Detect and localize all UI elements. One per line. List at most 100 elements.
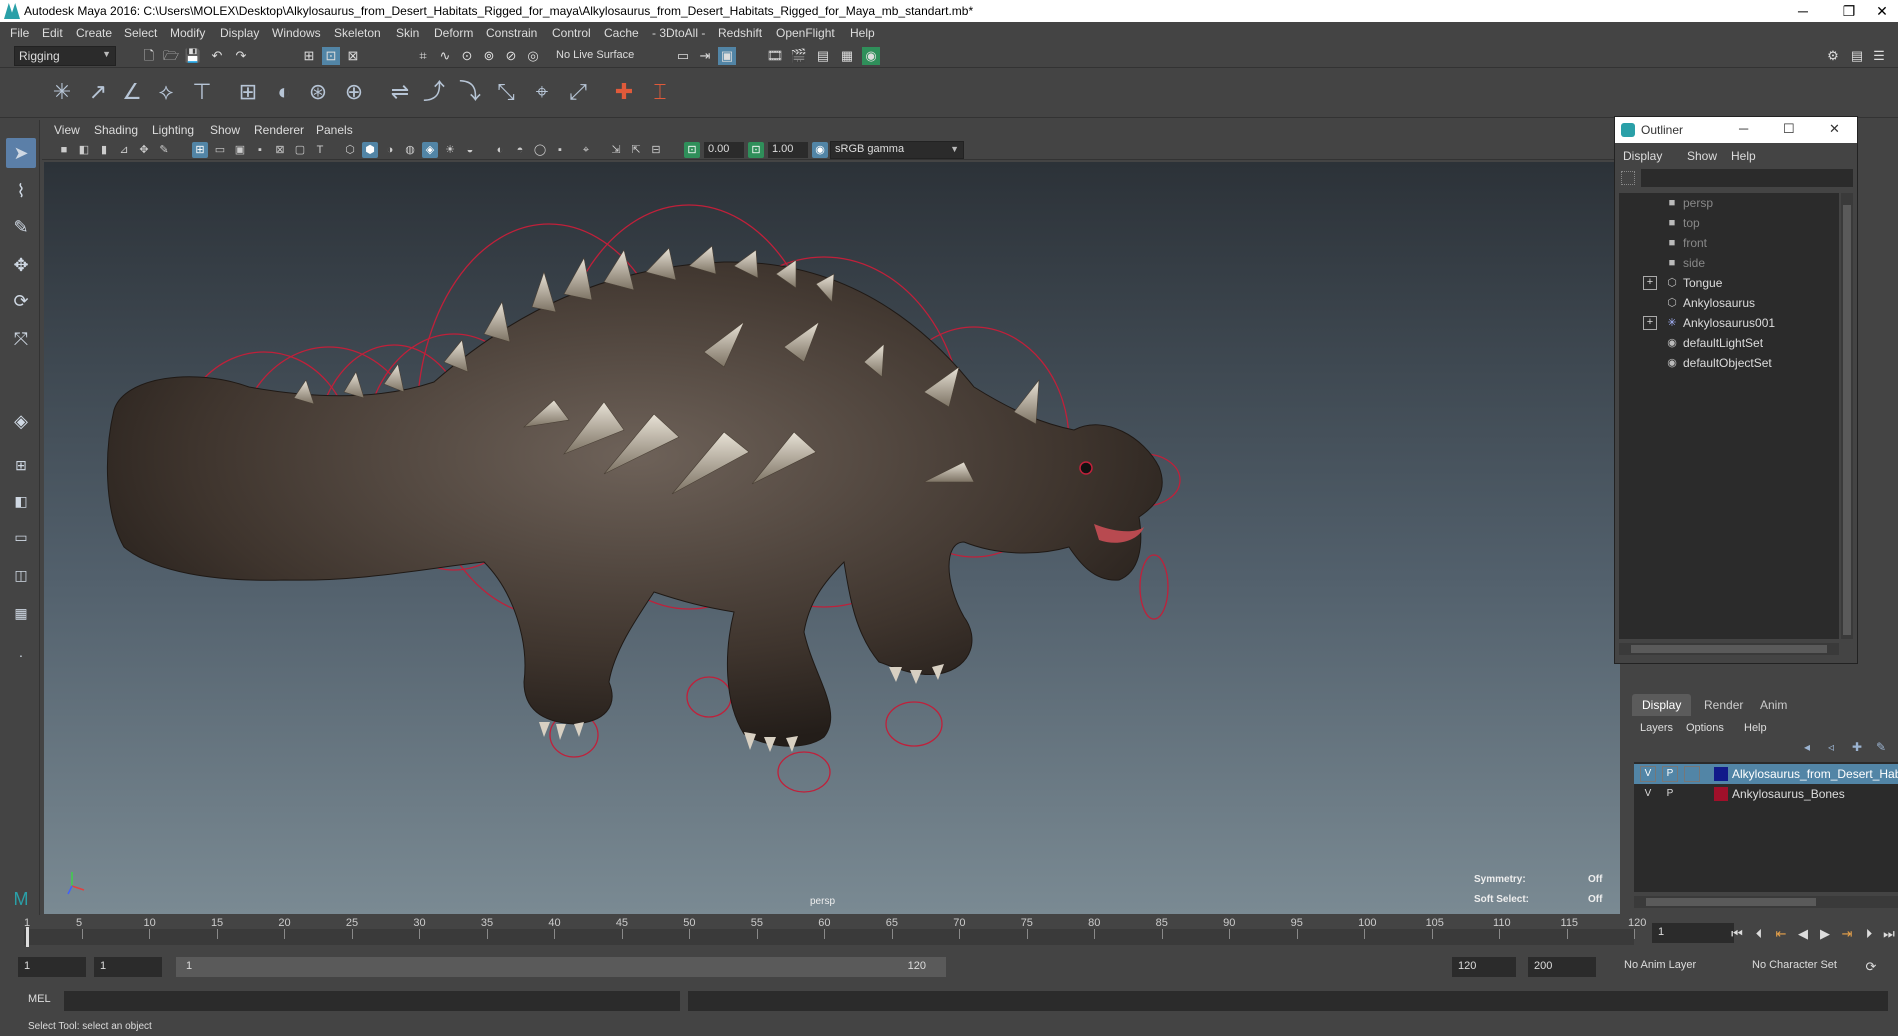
move-tool-icon[interactable]: ✥: [6, 250, 36, 280]
scrollbar-thumb[interactable]: [1646, 898, 1816, 906]
ankylosaurus-model[interactable]: [106, 245, 1163, 752]
workspace-icon[interactable]: ⚙: [1824, 47, 1842, 65]
scale-constraint-icon[interactable]: ⤡: [490, 76, 522, 108]
step-back-frame-icon[interactable]: ⏴: [1750, 925, 1768, 943]
outliner-vertical-scrollbar[interactable]: [1841, 193, 1853, 639]
menu-cache[interactable]: Cache: [604, 26, 639, 40]
snap-live-icon[interactable]: ◎: [524, 47, 542, 65]
snap-view-icon[interactable]: ⊚: [480, 47, 498, 65]
help-menu[interactable]: Help: [1744, 722, 1767, 734]
side-by-side-icon[interactable]: ◧: [6, 486, 36, 516]
layer-list[interactable]: V P Alkylosaurus_from_Desert_Habit V P A…: [1634, 762, 1898, 892]
camera-select-icon[interactable]: ■: [56, 142, 72, 158]
layer-display-type[interactable]: [1684, 786, 1700, 802]
step-forward-key-icon[interactable]: ⇥: [1838, 925, 1856, 943]
menu-control[interactable]: Control: [552, 26, 591, 40]
grease-pencil-icon[interactable]: ✎: [156, 142, 172, 158]
close-button[interactable]: ✕: [1866, 0, 1898, 22]
scale-tool-icon[interactable]: ⤧: [6, 324, 36, 354]
live-surface-label[interactable]: No Live Surface: [556, 49, 634, 61]
filter-icon[interactable]: [1621, 171, 1635, 185]
input-ops-icon[interactable]: ▭: [674, 47, 692, 65]
tab-display[interactable]: Display: [1632, 694, 1692, 716]
film-gate-icon[interactable]: ▭: [212, 142, 228, 158]
layers-menu[interactable]: Layers: [1640, 722, 1673, 734]
menu-constrain[interactable]: Constrain: [486, 26, 537, 40]
outliner-filter-input[interactable]: [1641, 169, 1853, 187]
layer-visibility-toggle[interactable]: V: [1640, 766, 1656, 782]
panel-menu-show[interactable]: Show: [210, 123, 240, 137]
outliner-close-icon[interactable]: ✕: [1829, 121, 1840, 137]
mirror-joint-icon[interactable]: ⊤: [186, 76, 218, 108]
outliner-item-persp[interactable]: ■ persp: [1619, 193, 1839, 213]
layer-visibility-toggle[interactable]: V: [1640, 786, 1656, 802]
ipr-icon[interactable]: ▤: [814, 47, 832, 65]
gamma-field[interactable]: 1.00: [768, 142, 808, 158]
wireframe-icon[interactable]: ⬡: [342, 142, 358, 158]
paint-select-icon[interactable]: ✎: [6, 212, 36, 242]
xray-icon[interactable]: ◐: [492, 142, 508, 158]
select-component-icon[interactable]: ⊠: [344, 47, 362, 65]
2d-pan-icon[interactable]: ✥: [136, 142, 152, 158]
xray-active-icon[interactable]: ◯: [532, 142, 548, 158]
hypershade-icon[interactable]: ◉: [862, 47, 880, 65]
layout-icon[interactable]: ▤: [1848, 47, 1866, 65]
wire-icon[interactable]: ⊕: [338, 76, 370, 108]
expand-icon[interactable]: +: [1643, 276, 1657, 290]
field-chart-icon[interactable]: ⊠: [272, 142, 288, 158]
select-object-icon[interactable]: ⊡: [322, 47, 340, 65]
menu-select[interactable]: Select: [124, 26, 157, 40]
lasso-tool-icon[interactable]: ⌇: [6, 176, 36, 206]
joint-tool-icon[interactable]: ✳: [46, 76, 78, 108]
layer-playback-toggle[interactable]: P: [1662, 786, 1678, 802]
insert-joint-icon[interactable]: ⟡: [150, 76, 182, 108]
time-slider[interactable]: 1 5 10 15 20 25 30 35 40 45 50 55 60 65 70 75 80 85 90 95 1…: [0, 915, 1898, 957]
tab-render[interactable]: Render: [1694, 694, 1753, 716]
menu-help[interactable]: Help: [850, 26, 875, 40]
ambient-occlusion-icon[interactable]: ◒: [462, 142, 478, 158]
aim-constraint-icon[interactable]: ⌖: [526, 76, 558, 108]
four-view-icon[interactable]: ⊞: [6, 450, 36, 480]
safe-action-icon[interactable]: ▢: [292, 142, 308, 158]
outliner-list[interactable]: ■ persp ■ top ■ front ■ side + ⬡ Tongue ⬡ Anky…: [1619, 193, 1839, 639]
outliner-item-side[interactable]: ■ side: [1619, 253, 1839, 273]
exposure-icon[interactable]: ⊡: [684, 142, 700, 158]
menu-skeleton[interactable]: Skeleton: [334, 26, 381, 40]
minimize-button[interactable]: ─: [1780, 0, 1826, 22]
outliner-horizontal-scrollbar[interactable]: [1619, 643, 1839, 655]
locator-icon[interactable]: ✚: [608, 76, 640, 108]
render-view-icon[interactable]: ▣: [718, 47, 736, 65]
safe-title-icon[interactable]: T: [312, 142, 328, 158]
shadows-icon[interactable]: ☀: [442, 142, 458, 158]
isolate-select-icon[interactable]: ▪: [552, 142, 568, 158]
outliner-menu-display[interactable]: Display: [1623, 149, 1662, 163]
construction-history-icon[interactable]: ⇥: [696, 47, 714, 65]
panel-menu-shading[interactable]: Shading: [94, 123, 138, 137]
options-menu[interactable]: Options: [1686, 722, 1724, 734]
tab-anim[interactable]: Anim: [1750, 694, 1797, 716]
layer-horizontal-scrollbar[interactable]: [1634, 896, 1898, 908]
bookmark-icon[interactable]: ▮: [96, 142, 112, 158]
pole-vector-icon[interactable]: ⤢: [562, 76, 594, 108]
image-plane-icon[interactable]: ⊿: [116, 142, 132, 158]
snap-surface-icon[interactable]: ⊘: [502, 47, 520, 65]
outliner-item-ankylosaurus[interactable]: ⬡ Ankylosaurus: [1619, 293, 1839, 313]
use-all-lights-icon[interactable]: ◈: [422, 142, 438, 158]
save-scene-icon[interactable]: 💾: [184, 47, 202, 65]
gate-mask-icon[interactable]: ▪: [252, 142, 268, 158]
frame-selected-icon[interactable]: ⌖: [578, 142, 594, 158]
expand-icon[interactable]: +: [1643, 316, 1657, 330]
layer-color-swatch[interactable]: [1714, 787, 1728, 801]
motion-blur-icon[interactable]: ⇱: [628, 142, 644, 158]
menu-edit[interactable]: Edit: [42, 26, 63, 40]
outliner-item-top[interactable]: ■ top: [1619, 213, 1839, 233]
persp-hypershade-icon[interactable]: ▦: [6, 598, 36, 628]
view-transform-dropdown[interactable]: sRGB gamma ▼: [830, 141, 964, 159]
ipr-render-icon[interactable]: 🎬: [790, 47, 808, 65]
range-slider-bar[interactable]: 1 120: [176, 957, 946, 977]
render-settings-icon[interactable]: ▦: [838, 47, 856, 65]
current-time-marker[interactable]: [26, 927, 29, 947]
select-tool-icon[interactable]: ➤: [6, 138, 36, 168]
go-to-end-icon[interactable]: ⏭: [1880, 925, 1898, 943]
move-layer-up-icon[interactable]: ◂: [1804, 740, 1810, 754]
